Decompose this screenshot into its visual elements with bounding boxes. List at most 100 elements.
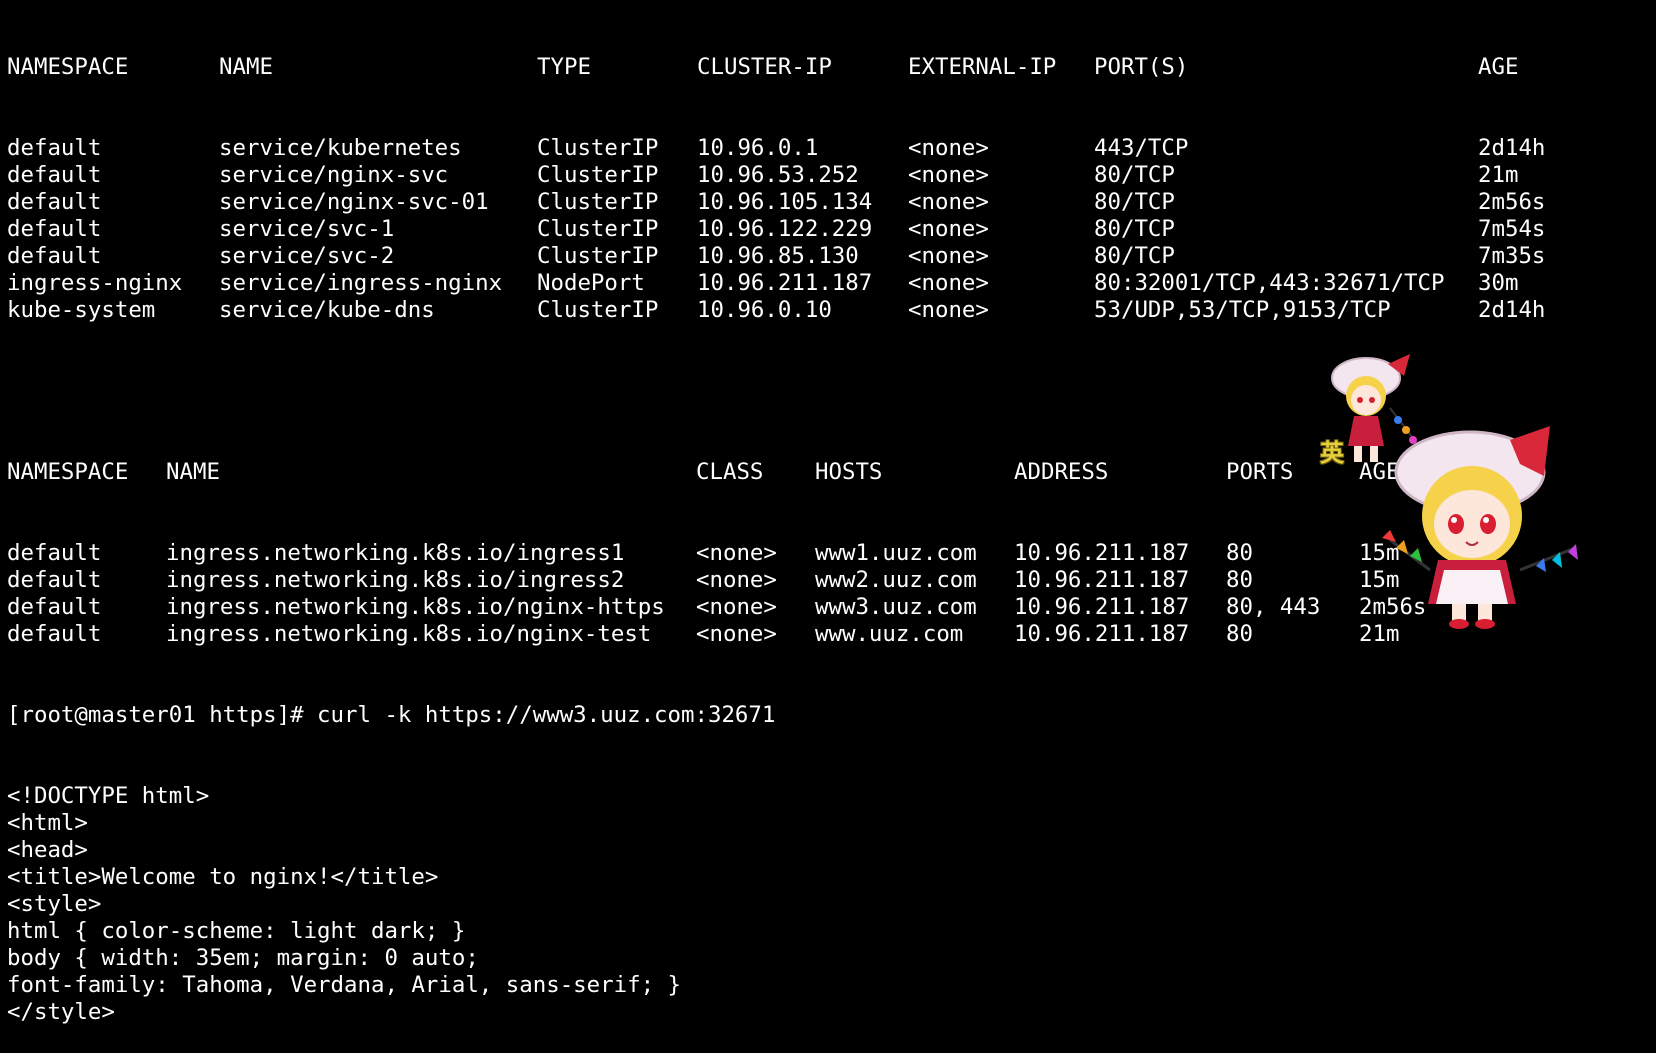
cell: ClusterIP — [537, 135, 659, 161]
output-line: <!DOCTYPE html> — [7, 783, 210, 809]
cell: ClusterIP — [537, 243, 659, 269]
cell: service/svc-1 — [219, 216, 395, 242]
cell: <none> — [696, 540, 777, 566]
cell: service/kubernetes — [219, 135, 462, 161]
cell: 2d14h — [1478, 297, 1546, 323]
cell: 7m35s — [1478, 243, 1546, 269]
cell: 10.96.0.10 — [697, 297, 832, 323]
cell: 10.96.53.252 — [697, 162, 859, 188]
cell: default — [7, 189, 102, 215]
cell: 80/TCP — [1094, 216, 1175, 242]
cell: ingress.networking.k8s.io/nginx-test — [166, 621, 652, 647]
cell: default — [7, 540, 102, 566]
cell: service/nginx-svc-01 — [219, 189, 489, 215]
column-header: NAME — [166, 459, 220, 485]
cell: <none> — [696, 594, 777, 620]
cell: <none> — [908, 135, 989, 161]
cell: 10.96.211.187 — [1014, 567, 1190, 593]
column-header: HOSTS — [815, 459, 883, 485]
cell: 10.96.122.229 — [697, 216, 873, 242]
table-row: default service/nginx-svc ClusterIP 10.96.5… — [7, 162, 1647, 189]
cell: www3.uuz.com — [815, 594, 977, 620]
curl-output: <!DOCTYPE html> <html> <head> <title>Welcom… — [7, 783, 1647, 1026]
cell: NodePort — [537, 270, 645, 296]
cell: service/nginx-svc — [219, 162, 449, 188]
ime-indicator[interactable]: 英 — [1320, 433, 1344, 468]
cell: ClusterIP — [537, 189, 659, 215]
cell: 80:32001/TCP,443:32671/TCP — [1094, 270, 1445, 296]
cell: <none> — [908, 162, 989, 188]
cell: ingress.networking.k8s.io/ingress1 — [166, 540, 625, 566]
column-header: NAMESPACE — [7, 459, 129, 485]
cell: service/ingress-nginx — [219, 270, 503, 296]
services-header-row: NAMESPACE NAME TYPE CLUSTER-IP EXTERNAL-IP PO… — [7, 54, 1647, 81]
output-line: <head> — [7, 837, 88, 863]
cell: ClusterIP — [537, 216, 659, 242]
cell: default — [7, 135, 102, 161]
output-line: body { width: 35em; margin: 0 auto; — [7, 945, 479, 971]
cell: <none> — [696, 567, 777, 593]
cell: 443/TCP — [1094, 135, 1189, 161]
cell: 10.96.211.187 — [1014, 621, 1190, 647]
output-line: <title>Welcome to nginx!</title> — [7, 864, 439, 890]
cell: <none> — [908, 243, 989, 269]
cell: ingress.networking.k8s.io/ingress2 — [166, 567, 625, 593]
column-header: CLUSTER-IP — [697, 54, 832, 80]
cell: 80/TCP — [1094, 162, 1175, 188]
cell: 80, 443 — [1226, 594, 1321, 620]
cell: kube-system — [7, 297, 156, 323]
table-row: default service/svc-2 ClusterIP 10.96.85.13… — [7, 243, 1647, 270]
table-row: kube-system service/kube-dns ClusterIP 10.9… — [7, 297, 1647, 324]
cell: 80 — [1226, 567, 1253, 593]
output-line: font-family: Tahoma, Verdana, Arial, san… — [7, 972, 682, 998]
cell: <none> — [908, 216, 989, 242]
output-line: </style> — [7, 999, 115, 1025]
column-header: EXTERNAL-IP — [908, 54, 1057, 80]
column-header: TYPE — [537, 54, 591, 80]
shell-prompt-command[interactable]: [root@master01 https]# curl -k https://w… — [7, 702, 1647, 729]
cell: ClusterIP — [537, 297, 659, 323]
column-header: ADDRESS — [1014, 459, 1109, 485]
cell: default — [7, 216, 102, 242]
cell: ingress.networking.k8s.io/nginx-https — [166, 594, 665, 620]
table-row: default service/kubernetes ClusterIP 10.96.… — [7, 135, 1647, 162]
cell: default — [7, 162, 102, 188]
table-row: ingress-nginx service/ingress-nginx NodePo… — [7, 270, 1647, 297]
cell: 80/TCP — [1094, 243, 1175, 269]
cell: default — [7, 594, 102, 620]
cell: default — [7, 621, 102, 647]
column-header: NAME — [219, 54, 273, 80]
cell: service/kube-dns — [219, 297, 435, 323]
cell: 10.96.211.187 — [1014, 594, 1190, 620]
column-header: PORTS — [1226, 459, 1294, 485]
cell: www1.uuz.com — [815, 540, 977, 566]
cell: 80 — [1226, 621, 1253, 647]
cell: ingress-nginx — [7, 270, 183, 296]
cell: ClusterIP — [537, 162, 659, 188]
cell: 80 — [1226, 540, 1253, 566]
cell: www2.uuz.com — [815, 567, 977, 593]
cell: service/svc-2 — [219, 243, 395, 269]
services-table: default service/kubernetes ClusterIP 10.96.… — [7, 135, 1647, 324]
cell: 10.96.105.134 — [697, 189, 873, 215]
cell: default — [7, 243, 102, 269]
cell: default — [7, 567, 102, 593]
table-row: default service/svc-1 ClusterIP 10.96.122.2… — [7, 216, 1647, 243]
cell: <none> — [908, 270, 989, 296]
output-line: <style> — [7, 891, 102, 917]
table-row: default service/nginx-svc-01 ClusterIP 10.9… — [7, 189, 1647, 216]
cell: 7m54s — [1478, 216, 1546, 242]
cell: www.uuz.com — [815, 621, 964, 647]
cell: 30m — [1478, 270, 1519, 296]
cell: 10.96.0.1 — [697, 135, 819, 161]
column-header: AGE — [1478, 54, 1519, 80]
output-line: <html> — [7, 810, 88, 836]
cell: 80/TCP — [1094, 189, 1175, 215]
output-line: html { color-scheme: light dark; } — [7, 918, 466, 944]
cell: 10.96.85.130 — [697, 243, 859, 269]
cell: 21m — [1478, 162, 1519, 188]
cell: <none> — [908, 189, 989, 215]
column-header: NAMESPACE — [7, 54, 129, 80]
column-header: PORT(S) — [1094, 54, 1189, 80]
cell: 2d14h — [1478, 135, 1546, 161]
